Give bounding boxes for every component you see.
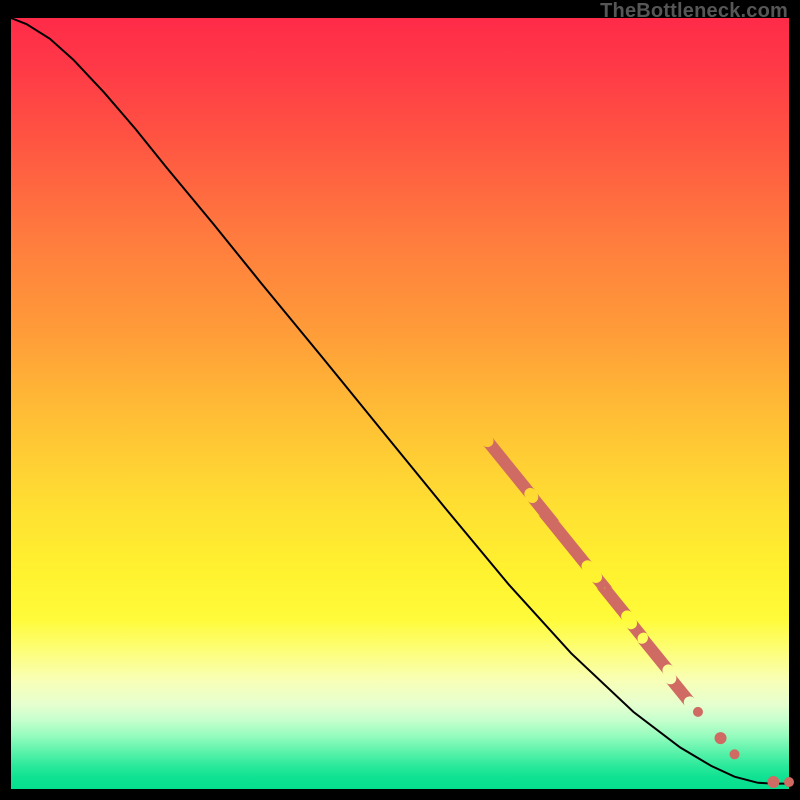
marker-dot bbox=[693, 707, 703, 717]
marker-cluster-layer bbox=[483, 437, 695, 706]
marker-cluster bbox=[483, 437, 535, 497]
marker-dot bbox=[715, 732, 727, 744]
marker-dot bbox=[767, 776, 779, 788]
bottleneck-curve bbox=[11, 18, 789, 784]
marker-cluster bbox=[637, 634, 673, 674]
marker-dot bbox=[784, 777, 794, 787]
marker-cluster bbox=[666, 675, 695, 707]
chart-plot bbox=[11, 18, 789, 789]
marker-cluster bbox=[626, 619, 648, 642]
marker-dot bbox=[730, 749, 740, 759]
marker-cluster bbox=[538, 507, 592, 570]
marker-dot-layer bbox=[693, 707, 794, 788]
